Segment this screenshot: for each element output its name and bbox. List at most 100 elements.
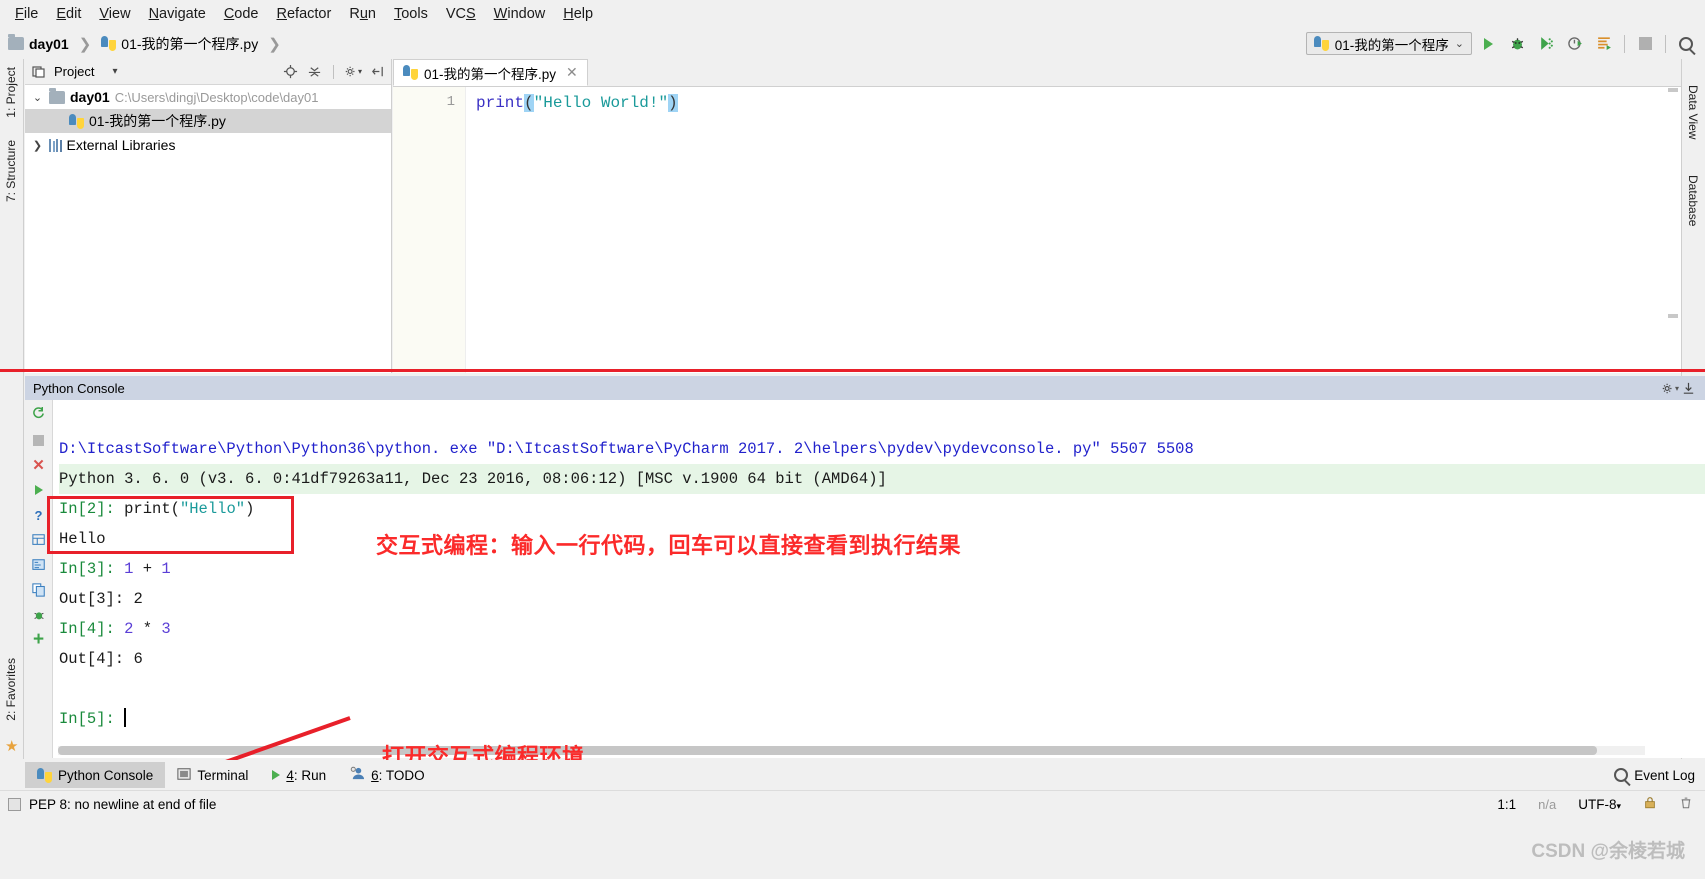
- help-icon[interactable]: ?: [30, 506, 48, 524]
- project-panel-header: Project ▾ ▾: [25, 59, 391, 85]
- line-number: 1: [446, 94, 455, 110]
- event-log-button[interactable]: Event Log: [1614, 768, 1695, 783]
- sidebar-item-structure[interactable]: 7: Structure: [0, 132, 22, 210]
- breadcrumb: day01 ❯ 01-我的第一个程序.py ❯: [8, 34, 286, 54]
- console-number: 3: [161, 620, 171, 638]
- console-line-prompt-5[interactable]: In[5]:: [59, 704, 1705, 734]
- menu-item-window[interactable]: Window: [485, 3, 555, 25]
- bug-icon: [1511, 38, 1523, 50]
- bottom-tab-run[interactable]: 4: Run: [260, 762, 338, 788]
- profile-button[interactable]: [1562, 31, 1588, 56]
- code-token-open-paren: (: [524, 94, 534, 112]
- stop-button[interactable]: [1632, 31, 1658, 56]
- run-configuration-selector[interactable]: 01-我的第一个程序 ⌄: [1305, 32, 1472, 55]
- stop-icon[interactable]: [30, 431, 48, 449]
- close-icon[interactable]: ✕: [566, 64, 578, 81]
- menu-item-vcs[interactable]: VCS: [437, 3, 485, 25]
- console-prompt: In[4]:: [59, 620, 115, 638]
- menu-item-view[interactable]: View: [90, 3, 139, 25]
- new-console-icon[interactable]: +: [30, 629, 48, 650]
- console-line-version: Python 3. 6. 0 (v3. 6. 0:41df79263a11, D…: [59, 464, 1705, 494]
- console-prompt: In[3]:: [59, 560, 115, 578]
- collapse-all-icon[interactable]: [305, 63, 323, 81]
- editor-marker-column[interactable]: [1668, 88, 1680, 321]
- encoding-selector[interactable]: UTF-8▾: [1578, 797, 1621, 812]
- hide-panel-icon[interactable]: [368, 63, 386, 81]
- bottom-tab-label: 6: TODO: [371, 767, 425, 783]
- bottom-tab-todo[interactable]: 6: TODO: [338, 762, 437, 788]
- caret-position[interactable]: 1:1: [1497, 797, 1516, 812]
- search-everywhere-button[interactable]: [1673, 31, 1699, 56]
- bottom-tool-tabs: Python Console Terminal 4: Run 6: TODO E…: [0, 760, 1705, 790]
- console-prompt: Out[3]:: [59, 590, 125, 608]
- toolbar-divider: [1624, 34, 1625, 53]
- locate-icon[interactable]: [281, 63, 299, 81]
- menu-item-file[interactable]: File: [6, 3, 47, 25]
- todo-icon: [350, 766, 365, 784]
- menu-item-refactor[interactable]: Refactor: [268, 3, 341, 25]
- editor-tab[interactable]: 01-我的第一个程序.py ✕: [393, 59, 588, 86]
- code-editor[interactable]: 1 print("Hello World!"): [393, 87, 1681, 373]
- run-button[interactable]: [1475, 31, 1501, 56]
- console-body: ✕ ? + D:\ItcastSoftware\Python\Python36\…: [25, 400, 1705, 758]
- code-token-function: print: [476, 94, 525, 112]
- line-separator[interactable]: n/a: [1538, 797, 1556, 812]
- breadcrumb-project[interactable]: day01: [29, 36, 69, 52]
- code-token-string: "Hello World!": [533, 94, 669, 112]
- editor-area: 01-我的第一个程序.py ✕ 1 print("Hello World!"): [393, 59, 1681, 373]
- trash-icon[interactable]: [1679, 795, 1693, 813]
- debug-button[interactable]: [1504, 31, 1530, 56]
- inspection-icon: [8, 797, 21, 811]
- tree-node-external-libraries[interactable]: ❯ External Libraries: [25, 133, 391, 157]
- menu-item-tools[interactable]: Tools: [385, 3, 437, 25]
- settings-gear-icon[interactable]: ▾: [344, 63, 362, 81]
- bottom-tab-terminal[interactable]: Terminal: [165, 762, 260, 788]
- menu-item-help[interactable]: Help: [554, 3, 602, 25]
- tree-node-day01[interactable]: ⌄ day01 C:\Users\dingj\Desktop\code\day0…: [25, 85, 391, 109]
- copy-icon[interactable]: [30, 581, 48, 599]
- chevron-down-icon[interactable]: ⌄: [31, 91, 44, 104]
- panel-divider: [333, 64, 334, 79]
- close-icon[interactable]: ✕: [30, 456, 48, 474]
- sidebar-item-favorites[interactable]: 2: Favorites: [0, 650, 22, 729]
- project-panel-dropdown-icon[interactable]: ▾: [112, 66, 117, 77]
- menu-item-run[interactable]: Run: [340, 3, 385, 25]
- menu-item-navigate[interactable]: Navigate: [140, 3, 215, 25]
- status-message-row: PEP 8: no newline at end of file: [0, 791, 1705, 817]
- tree-node-label: day01: [70, 89, 110, 105]
- sidebar-item-database[interactable]: Database: [1682, 167, 1704, 234]
- hide-console-icon[interactable]: [1679, 379, 1697, 397]
- execute-icon[interactable]: [30, 481, 48, 499]
- stop-icon: [1638, 37, 1652, 50]
- run-icon: [1483, 37, 1493, 50]
- status-indicators: 1:1 n/a UTF-8▾: [1497, 795, 1693, 813]
- chevron-right-icon[interactable]: ❯: [31, 139, 44, 152]
- status-message: PEP 8: no newline at end of file: [29, 796, 217, 812]
- run-coverage-button[interactable]: [1533, 31, 1559, 56]
- folder-icon: [49, 87, 65, 104]
- run-with-console-button[interactable]: [1591, 31, 1617, 56]
- search-icon: [1679, 36, 1693, 51]
- python-file-icon: [101, 36, 117, 51]
- bug-icon[interactable]: [30, 606, 48, 624]
- sidebar-item-project[interactable]: 1: Project: [0, 59, 22, 126]
- lock-icon[interactable]: [1643, 795, 1657, 813]
- console-value: 6: [133, 650, 143, 668]
- menu-item-edit[interactable]: Edit: [47, 3, 90, 25]
- console-settings-icon[interactable]: ▾: [1661, 379, 1679, 397]
- breadcrumb-separator-icon-2: ❯: [268, 35, 281, 53]
- menu-item-code[interactable]: Code: [215, 3, 268, 25]
- sidebar-item-data-view[interactable]: Data View: [1682, 77, 1704, 147]
- console-output[interactable]: D:\ItcastSoftware\Python\Python36\python…: [53, 400, 1705, 758]
- attach-icon[interactable]: [30, 556, 48, 574]
- tree-node-python-file[interactable]: 01-我的第一个程序.py: [25, 109, 391, 133]
- breadcrumb-file[interactable]: 01-我的第一个程序.py: [121, 34, 258, 54]
- project-panel-title: Project: [54, 64, 95, 79]
- rerun-icon[interactable]: [30, 404, 48, 422]
- bottom-tab-python-console[interactable]: Python Console: [25, 762, 166, 788]
- show-variables-icon[interactable]: [30, 531, 48, 549]
- bottom-tab-label: Python Console: [58, 767, 154, 783]
- code-content[interactable]: print("Hello World!"): [466, 87, 1681, 373]
- console-horizontal-scrollbar[interactable]: [58, 746, 1645, 755]
- project-tool-window: Project ▾ ▾ ⌄ day01 C:\Users\dingj\Deskt…: [25, 59, 392, 373]
